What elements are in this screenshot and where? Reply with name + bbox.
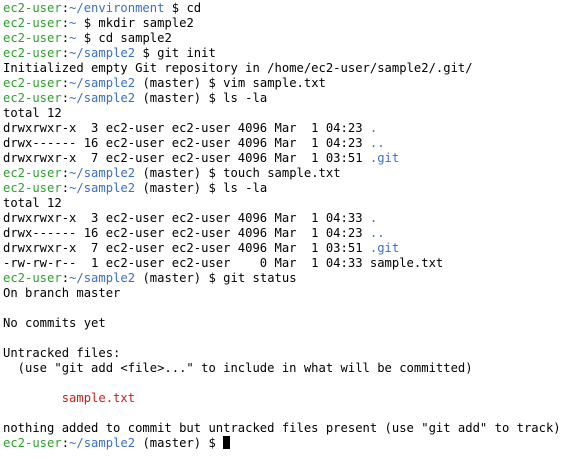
prompt-path: ~/sample2 [69,181,136,195]
prompt-path: ~/environment [69,1,165,15]
prompt-user: ec2-user [3,1,62,15]
terminal-line: sample.txt [3,391,575,406]
ls-meta: drwx------ 16 ec2-user ec2-user 4096 Mar… [3,226,370,240]
output-text: On branch master [3,286,121,300]
ls-filename: . [369,211,378,225]
prompt-user: ec2-user [3,46,62,60]
output-text: (use "git add <file>..." to include in w… [3,361,473,375]
prompt-line: ec2-user:~/sample2 (master) $ touch samp… [3,166,341,180]
prompt-user: ec2-user [3,76,62,90]
terminal-line: (use "git add <file>..." to include in w… [3,361,575,376]
command-text: ls -la [223,181,268,195]
prompt-line: ec2-user:~/sample2 (master) $ git status [3,271,297,285]
prompt-user: ec2-user [3,31,62,45]
terminal-line: Untracked files: [3,346,575,361]
ls-meta: drwx------ 16 ec2-user ec2-user 4096 Mar… [3,136,370,150]
prompt-path: ~/sample2 [69,91,136,105]
prompt-branch: (master) [142,181,202,195]
output-text: total 12 [3,196,62,210]
ls-filename: sample.txt [369,256,444,270]
terminal-line: nothing added to commit but untracked fi… [3,421,575,436]
ls-filename: .git [369,241,400,255]
prompt-path: ~/sample2 [69,436,136,450]
command-text: git status [223,271,297,285]
prompt-path: ~/sample2 [69,166,136,180]
ls-meta: drwxrwxr-x 7 ec2-user ec2-user 4096 Mar … [3,241,370,255]
prompt-path: ~/sample2 [69,46,136,60]
ls-entry: drwxrwxr-x 3 ec2-user ec2-user 4096 Mar … [3,121,575,136]
terminal-line: Initialized empty Git repository in /hom… [3,61,575,76]
ls-meta: -rw-rw-r-- 1 ec2-user ec2-user 0 Mar 1 0… [3,256,370,270]
prompt-user: ec2-user [3,91,62,105]
prompt-branch: (master) [142,91,202,105]
command-text: mkdir sample2 [98,16,194,30]
prompt-branch: (master) [142,76,202,90]
ls-meta: drwxrwxr-x 3 ec2-user ec2-user 4096 Mar … [3,211,370,225]
command-text: git init [157,46,216,60]
prompt-user: ec2-user [3,166,62,180]
terminal-line: No commits yet [3,316,575,331]
command-text: cd [186,1,202,15]
prompt-branch: (master) [142,436,202,450]
output-text: nothing added to commit but untracked fi… [3,421,561,435]
prompt-line: ec2-user:~/sample2 (master) $ vim sample… [3,76,326,90]
prompt-branch: (master) [142,271,202,285]
output-text: No commits yet [3,316,106,330]
prompt-user: ec2-user [3,271,62,285]
command-text: ls -la [223,91,268,105]
prompt-path: ~ [69,16,77,30]
ls-entry: drwxrwxr-x 7 ec2-user ec2-user 4096 Mar … [3,241,575,256]
output-text: Untracked files: [3,346,121,360]
ls-entry: drwx------ 16 ec2-user ec2-user 4096 Mar… [3,136,575,151]
prompt-user: ec2-user [3,16,62,30]
ls-entry: -rw-rw-r-- 1 ec2-user ec2-user 0 Mar 1 0… [3,256,575,271]
prompt-line: ec2-user:~/sample2 (master) $ ls -la [3,181,268,195]
prompt-branch: (master) [142,166,202,180]
output-text: Initialized empty Git repository in /hom… [3,61,473,75]
prompt-line: ec2-user:~ $ cd sample2 [3,31,172,45]
prompt-line: ec2-user:~/sample2 (master) $ [3,436,575,451]
untracked-file: sample.txt [3,391,136,405]
ls-meta: drwxrwxr-x 3 ec2-user ec2-user 4096 Mar … [3,121,370,135]
text-cursor[interactable] [223,436,231,449]
prompt-line: ec2-user:~/sample2 $ git init [3,46,216,60]
ls-filename: .. [369,136,385,150]
ls-filename: .. [369,226,385,240]
command-text: touch sample.txt [223,166,341,180]
prompt-line: ec2-user:~ $ mkdir sample2 [3,16,194,30]
ls-entry: drwx------ 16 ec2-user ec2-user 4096 Mar… [3,226,575,241]
ls-entry: drwxrwxr-x 7 ec2-user ec2-user 4096 Mar … [3,151,575,166]
prompt-user: ec2-user [3,436,62,450]
command-text: cd sample2 [98,31,172,45]
prompt-path: ~/sample2 [69,271,136,285]
prompt-line: ec2-user:~/sample2 (master) $ ls -la [3,91,268,105]
ls-filename: . [369,121,378,135]
prompt-line: ec2-user:~/environment $ cd [3,1,202,15]
prompt-path: ~ [69,31,77,45]
output-text: total 12 [3,106,62,120]
terminal-line: total 12 [3,106,575,121]
prompt-user: ec2-user [3,181,62,195]
prompt-path: ~/sample2 [69,76,136,90]
ls-entry: drwxrwxr-x 3 ec2-user ec2-user 4096 Mar … [3,211,575,226]
terminal-line: total 12 [3,196,575,211]
ls-filename: .git [369,151,400,165]
command-text: vim sample.txt [223,76,326,90]
terminal-line: On branch master [3,286,575,301]
ls-meta: drwxrwxr-x 7 ec2-user ec2-user 4096 Mar … [3,151,370,165]
terminal-window[interactable]: ec2-user:~/environment $ cd ec2-user:~ $ … [0,0,575,458]
